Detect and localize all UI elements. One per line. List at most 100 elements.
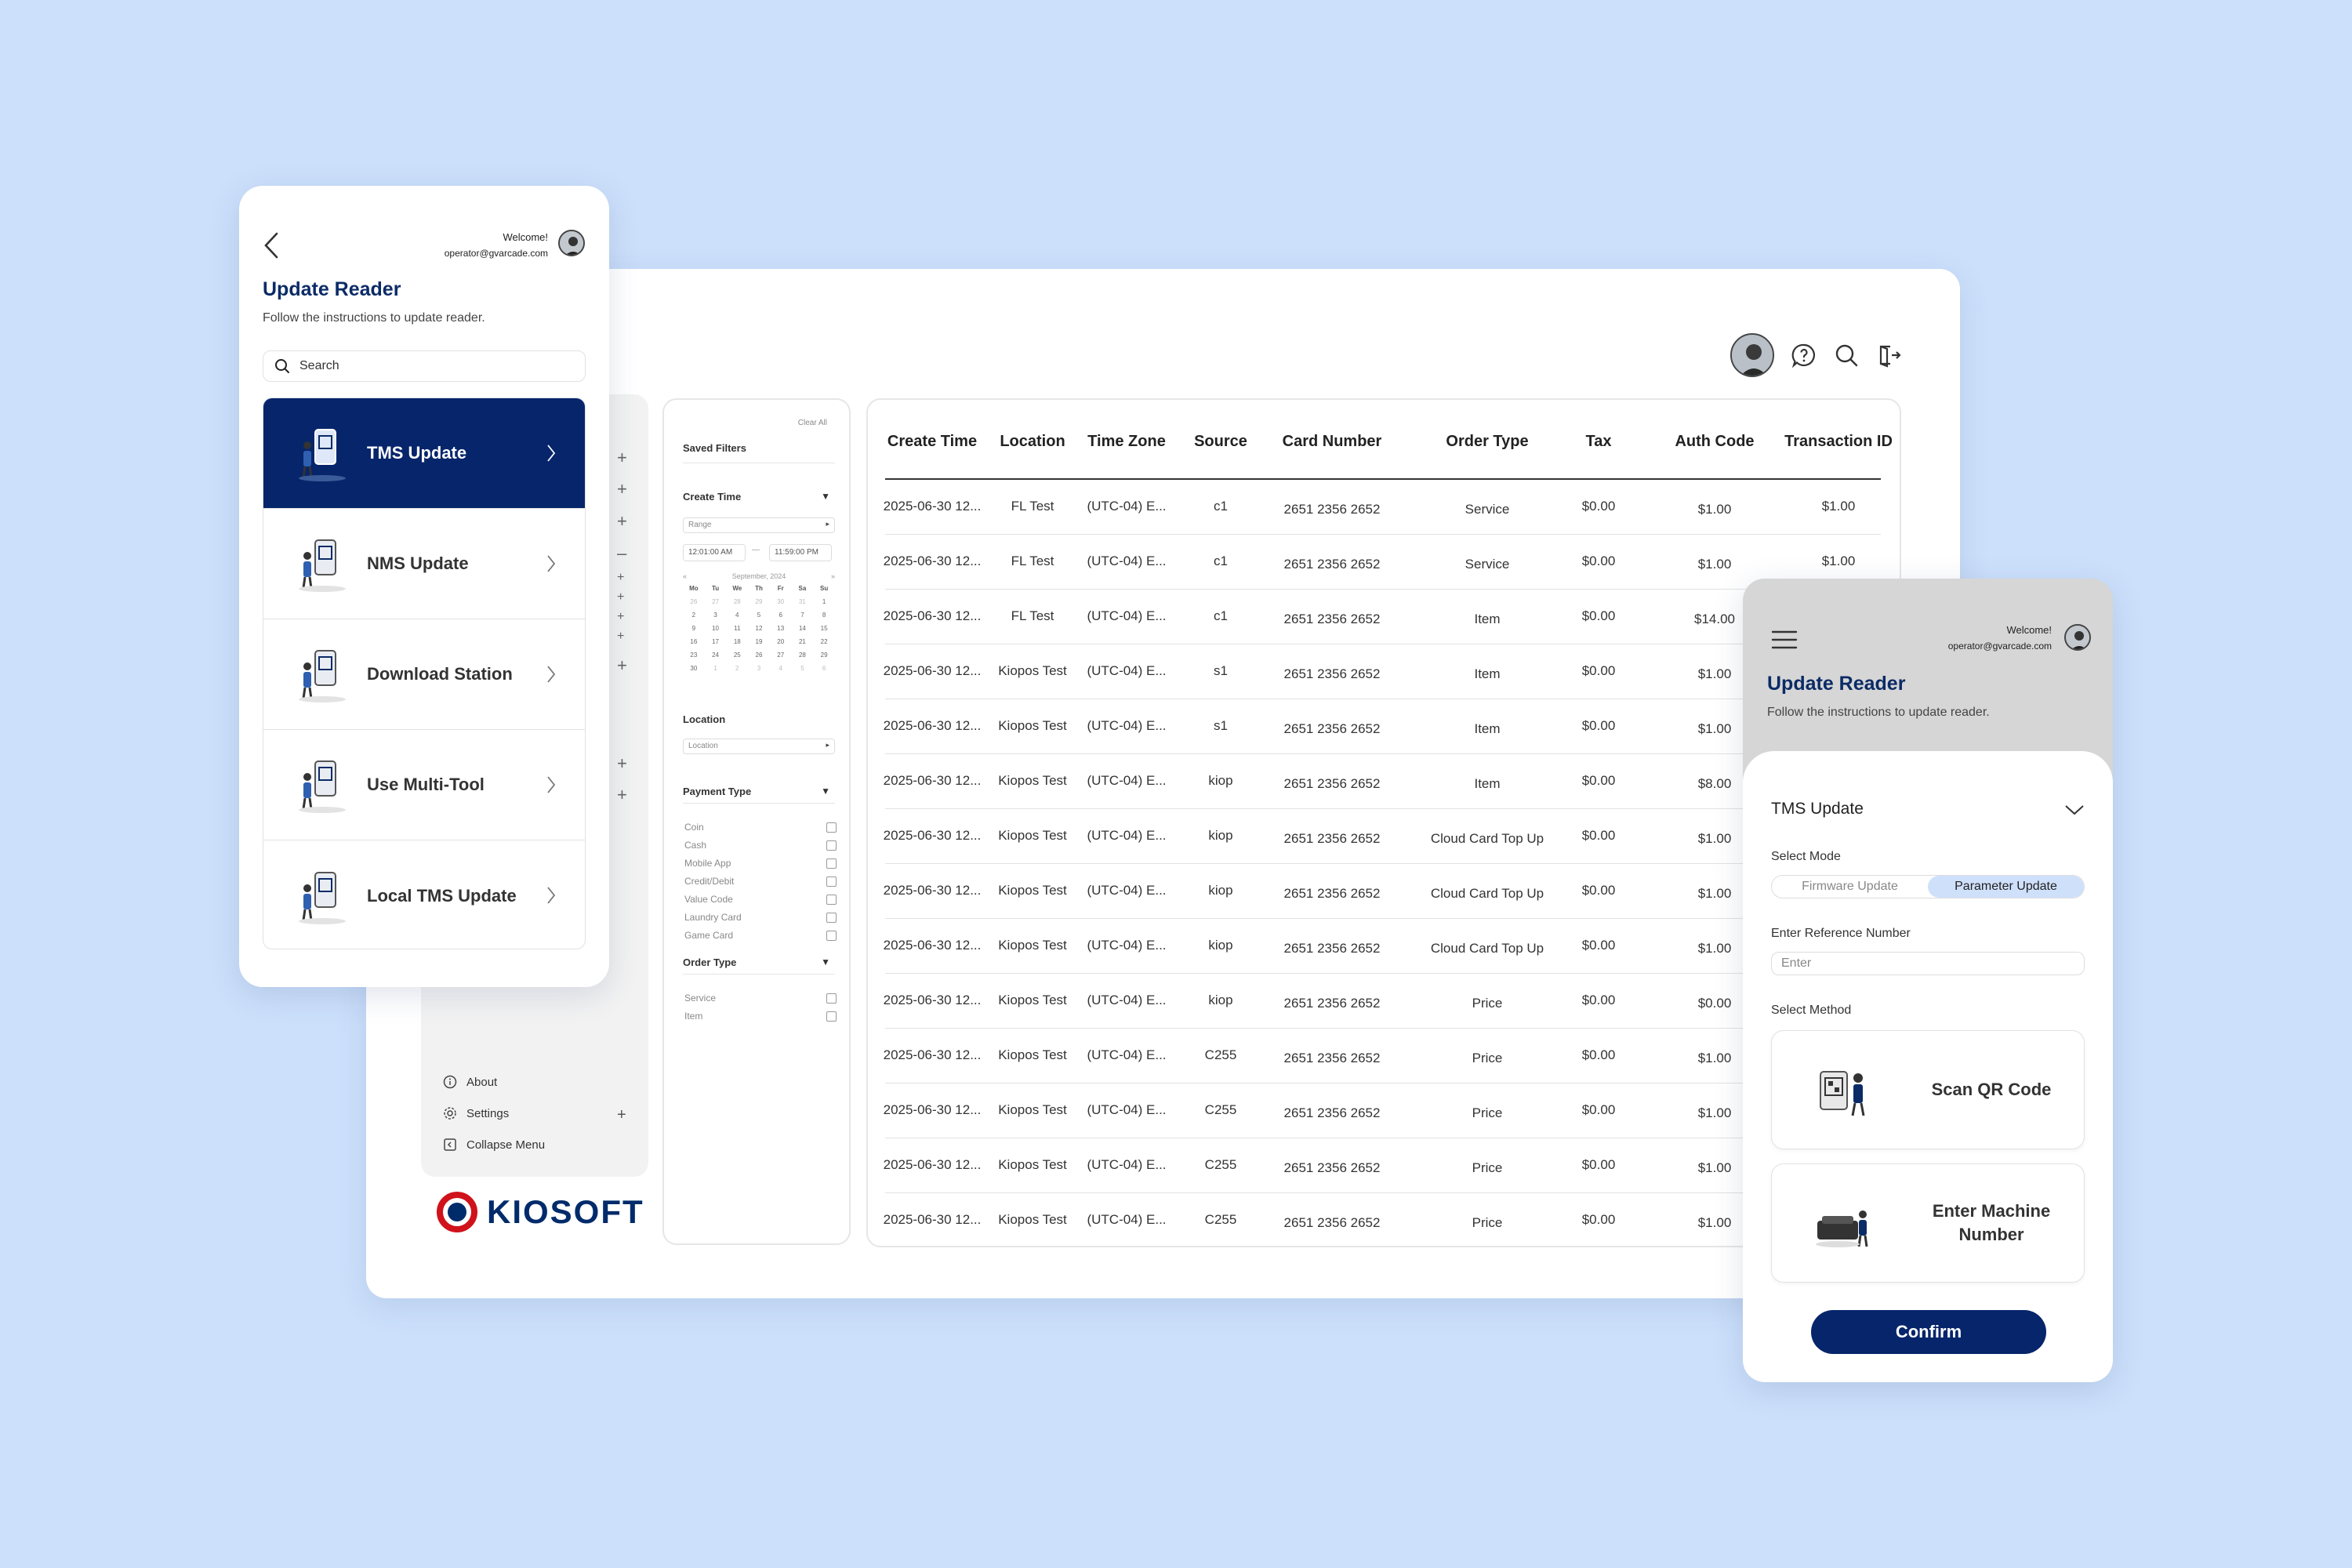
calendar-day[interactable]: 27 <box>705 598 727 605</box>
expand-plus-icon[interactable]: + <box>617 590 624 604</box>
filter-option[interactable]: Value Code <box>684 894 837 905</box>
calendar-day[interactable]: 3 <box>705 612 727 619</box>
menu-item-use-multi-tool[interactable]: Use Multi-Tool <box>263 730 585 840</box>
reference-number-input[interactable]: Enter <box>1771 952 2085 975</box>
filter-option[interactable]: Service <box>684 993 837 1004</box>
user-avatar[interactable] <box>2064 624 2091 651</box>
calendar-day[interactable]: 27 <box>770 652 792 659</box>
sidebar-item-about[interactable]: About <box>443 1075 497 1089</box>
calendar-day[interactable]: 13 <box>770 625 792 632</box>
column-header[interactable]: Auth Code <box>1675 433 1754 451</box>
calendar-day[interactable]: 24 <box>705 652 727 659</box>
logout-icon[interactable] <box>1876 343 1901 368</box>
column-header[interactable]: Source <box>1194 433 1247 451</box>
table-row[interactable]: 2025-06-30 12... Kiopos Test (UTC-04) E...… <box>884 699 1881 754</box>
calendar-day[interactable]: 15 <box>813 625 835 632</box>
checkbox[interactable] <box>826 822 837 833</box>
location-dropdown[interactable]: Location ▸ <box>683 739 835 754</box>
menu-item-tms-update[interactable]: TMS Update <box>263 398 585 509</box>
checkbox[interactable] <box>826 1011 837 1022</box>
table-row[interactable]: 2025-06-30 12... FL Test (UTC-04) E... c1 26… <box>884 480 1881 535</box>
sidebar-item-settings[interactable]: Settings <box>443 1106 509 1120</box>
table-row[interactable]: 2025-06-30 12... FL Test (UTC-04) E... c1 26… <box>884 535 1881 590</box>
calendar-grid[interactable]: Mo Tu We Th Fr Sa Su 26 27 28 29 30 31 1 2 3 4 5 6 7 8 9 10 11 1… <box>683 585 835 672</box>
sidebar-item-collapse[interactable]: Collapse Menu <box>443 1138 545 1152</box>
calendar-day[interactable]: 21 <box>792 638 814 645</box>
menu-item-download-station[interactable]: Download Station <box>263 619 585 730</box>
checkbox[interactable] <box>826 895 837 905</box>
clear-all-button[interactable]: Clear All <box>798 419 827 427</box>
search-input[interactable]: Search <box>263 350 586 382</box>
calendar-day[interactable]: 8 <box>813 612 835 619</box>
calendar-day[interactable]: 1 <box>705 665 727 672</box>
update-type-select[interactable]: TMS Update <box>1771 800 1864 818</box>
calendar-day[interactable]: 20 <box>770 638 792 645</box>
calendar-day[interactable]: 9 <box>683 625 705 632</box>
table-row[interactable]: 2025-06-30 12... Kiopos Test (UTC-04) E...… <box>884 974 1881 1029</box>
filter-option[interactable]: Cash <box>684 840 837 851</box>
calendar-day[interactable]: 26 <box>683 598 705 605</box>
calendar-day[interactable]: 7 <box>792 612 814 619</box>
column-header[interactable]: Order Type <box>1446 433 1528 451</box>
table-row[interactable]: 2025-06-30 12... Kiopos Test (UTC-04) E...… <box>884 1193 1881 1246</box>
mode-segmented-control[interactable]: Firmware Update Parameter Update <box>1771 875 2085 898</box>
calendar-day[interactable]: 2 <box>726 665 748 672</box>
caret-down-icon[interactable]: ▼ <box>821 491 830 502</box>
calendar-day[interactable]: 17 <box>705 638 727 645</box>
caret-down-icon[interactable]: ▼ <box>821 956 830 967</box>
table-row[interactable]: 2025-06-30 12... Kiopos Test (UTC-04) E...… <box>884 1083 1881 1138</box>
calendar-day[interactable]: 6 <box>770 612 792 619</box>
expand-plus-icon[interactable]: + <box>617 753 627 774</box>
column-header[interactable]: Create Time <box>887 433 977 451</box>
calendar-day[interactable]: 19 <box>748 638 770 645</box>
calendar-day[interactable]: 29 <box>813 652 835 659</box>
expand-plus-icon[interactable]: + <box>617 571 624 585</box>
expand-plus-icon[interactable]: + <box>617 655 627 676</box>
expand-plus-icon[interactable]: + <box>617 610 624 624</box>
filter-option[interactable]: Mobile App <box>684 858 837 869</box>
calendar-day[interactable]: 29 <box>748 598 770 605</box>
calendar-day[interactable]: 25 <box>726 652 748 659</box>
range-dropdown[interactable]: Range ▸ <box>683 517 835 533</box>
calendar-day[interactable]: 31 <box>792 598 814 605</box>
table-row[interactable]: 2025-06-30 12... Kiopos Test (UTC-04) E...… <box>884 919 1881 974</box>
table-row[interactable]: 2025-06-30 12... Kiopos Test (UTC-04) E...… <box>884 809 1881 864</box>
collapse-minus-icon[interactable]: – <box>617 543 626 564</box>
expand-plus-icon[interactable]: + <box>617 479 627 499</box>
column-header[interactable]: Card Number <box>1283 433 1382 451</box>
user-avatar[interactable] <box>558 230 585 256</box>
calendar-day[interactable]: 22 <box>813 638 835 645</box>
filter-option[interactable]: Coin <box>684 822 837 833</box>
calendar-day[interactable]: 1 <box>813 598 835 605</box>
checkbox[interactable] <box>826 993 837 1004</box>
filter-option[interactable]: Laundry Card <box>684 912 837 923</box>
chevron-down-icon[interactable] <box>2064 804 2085 815</box>
filter-option[interactable]: Game Card <box>684 930 837 941</box>
calendar-day[interactable]: 3 <box>748 665 770 672</box>
calendar-day[interactable]: 30 <box>770 598 792 605</box>
table-row[interactable]: 2025-06-30 12... Kiopos Test (UTC-04) E...… <box>884 864 1881 919</box>
calendar-day[interactable]: 18 <box>726 638 748 645</box>
calendar-day[interactable]: 12 <box>748 625 770 632</box>
calendar-day[interactable]: 16 <box>683 638 705 645</box>
next-month-icon[interactable]: » <box>831 572 835 580</box>
checkbox[interactable] <box>826 877 837 887</box>
user-avatar[interactable] <box>1730 333 1774 377</box>
expand-plus-icon[interactable]: + <box>617 630 624 644</box>
calendar-day[interactable]: 4 <box>770 665 792 672</box>
calendar-day[interactable]: 23 <box>683 652 705 659</box>
calendar-day[interactable]: 11 <box>726 625 748 632</box>
mode-parameter-update[interactable]: Parameter Update <box>1928 876 2084 898</box>
scan-qr-code-option[interactable]: Scan QR Code <box>1771 1030 2085 1149</box>
checkbox[interactable] <box>826 858 837 869</box>
column-header[interactable]: Transaction ID <box>1784 433 1893 451</box>
table-row[interactable]: 2025-06-30 12... Kiopos Test (UTC-04) E...… <box>884 1029 1881 1083</box>
mode-firmware-update[interactable]: Firmware Update <box>1772 876 1928 898</box>
table-row[interactable]: 2025-06-30 12... Kiopos Test (UTC-04) E...… <box>884 1138 1881 1193</box>
calendar-day[interactable]: 2 <box>683 612 705 619</box>
calendar-day[interactable]: 26 <box>748 652 770 659</box>
calendar-day[interactable]: 30 <box>683 665 705 672</box>
checkbox[interactable] <box>826 913 837 923</box>
calendar-day[interactable]: 28 <box>726 598 748 605</box>
confirm-button[interactable]: Confirm <box>1811 1310 2046 1354</box>
